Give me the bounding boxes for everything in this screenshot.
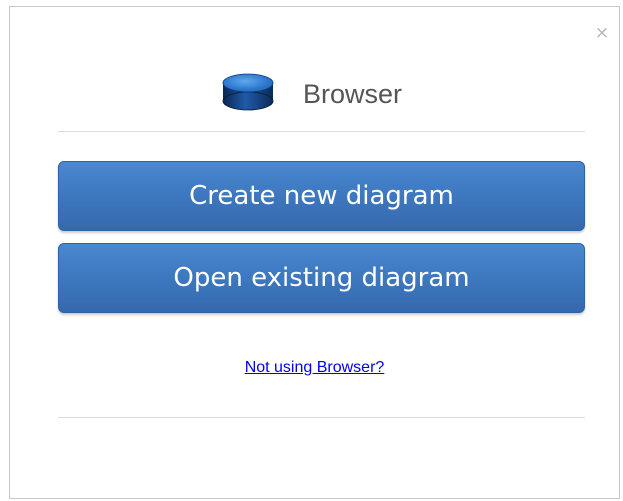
close-icon[interactable]: ×: [594, 24, 610, 42]
divider: [58, 417, 585, 418]
divider: [58, 131, 585, 132]
not-using-browser-link[interactable]: Not using Browser?: [10, 359, 619, 377]
dialog-header: Browser: [10, 69, 619, 117]
dialog-title: Browser: [303, 79, 403, 109]
dialog: × Browser Create new diagram Open existi…: [9, 6, 620, 499]
create-new-diagram-button[interactable]: Create new diagram: [58, 161, 585, 231]
open-existing-diagram-button[interactable]: Open existing diagram: [58, 243, 585, 313]
database-icon: [221, 71, 275, 113]
